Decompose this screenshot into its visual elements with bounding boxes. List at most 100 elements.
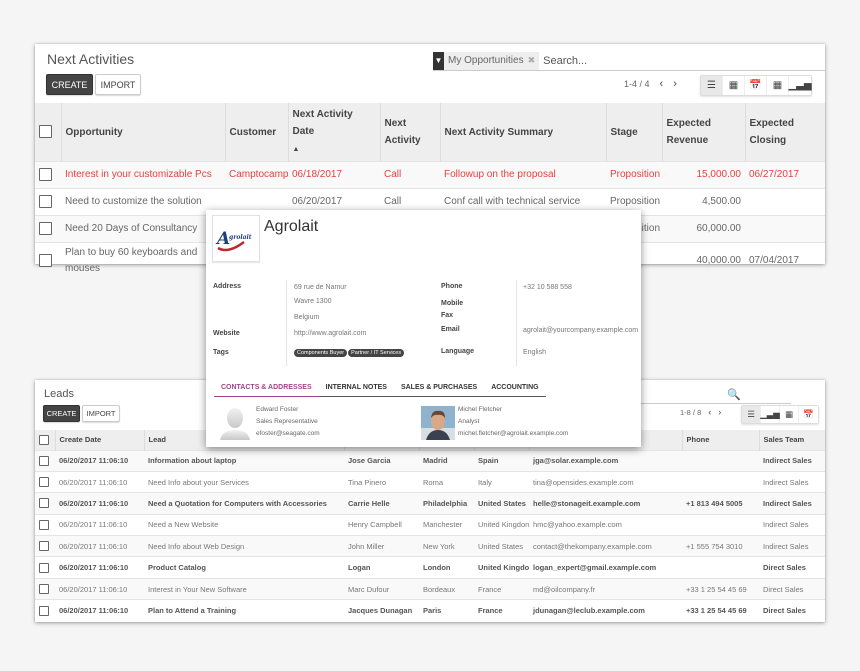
search-input[interactable] <box>539 54 780 67</box>
column-header-stage[interactable]: Stage <box>605 103 662 162</box>
chevron-left-icon[interactable]: ‹ <box>660 78 664 90</box>
row-checkbox[interactable] <box>39 167 52 181</box>
address-label: Address <box>213 283 242 290</box>
calendar-view-button[interactable]: 📅 <box>745 76 767 95</box>
create-button[interactable]: CREATE <box>43 405 80 422</box>
city-cell: Roma <box>419 470 474 493</box>
column-header-opportunity[interactable]: Opportunity <box>60 103 225 162</box>
table-row[interactable]: 06/20/2017 11:06:10 Need Info about Web D… <box>35 535 825 557</box>
row-checkbox[interactable] <box>39 584 49 595</box>
row-checkbox[interactable] <box>39 455 49 466</box>
list-view-button[interactable]: ☰ <box>742 406 761 423</box>
table-row[interactable]: 06/20/2017 11:06:10 Plan to Attend a Trai… <box>35 599 825 622</box>
country-cell: France <box>474 577 529 600</box>
graph-view-button[interactable]: ▁▃▅ <box>760 406 780 423</box>
tag[interactable]: Components Buyer <box>294 349 348 357</box>
row-checkbox[interactable] <box>39 562 49 573</box>
table-row[interactable]: Interest in your customizable Pcs Camptoc… <box>35 161 825 189</box>
customer-cell: Camptocamp <box>225 161 288 189</box>
phone-cell: +33 1 25 54 45 69 <box>682 577 759 600</box>
column-header-summary[interactable]: Next Activity Summary <box>439 103 606 162</box>
lead-cell: Information about laptop <box>144 449 344 472</box>
pivot-view-button[interactable]: ▦ <box>780 406 799 423</box>
pager: 1-8 / 8 ‹ › <box>680 407 721 417</box>
pager-value[interactable]: 1-4 / 4 <box>624 79 650 89</box>
tag[interactable]: Partner / IT Services <box>348 349 405 357</box>
address-city-zip[interactable]: Wavre 1300 <box>294 298 331 305</box>
website-value[interactable]: http://www.agrolait.com <box>294 330 366 337</box>
table-row[interactable]: 06/20/2017 11:06:10 Information about lap… <box>35 449 825 472</box>
country-cell: United Kingdom <box>474 513 529 536</box>
tab-internal-notes[interactable]: INTERNAL NOTES <box>319 381 394 396</box>
close-icon[interactable]: ✖ <box>528 55 536 66</box>
address-country[interactable]: Belgium <box>294 314 319 321</box>
address-street[interactable]: 69 rue de Namur <box>294 284 347 291</box>
column-header-sales-team[interactable]: Sales Team <box>758 430 825 450</box>
stage-cell: Proposition <box>606 161 662 189</box>
row-checkbox[interactable] <box>39 194 52 208</box>
phone-value[interactable]: +32 10 588 558 <box>523 284 572 291</box>
row-checkbox[interactable] <box>39 605 49 616</box>
contact-name-cell: Carrie Helle <box>344 492 419 515</box>
country-cell: United States <box>474 535 529 557</box>
table-row[interactable]: 06/20/2017 11:06:10 Product Catalog Logan L… <box>35 556 825 579</box>
column-header-expected-closing[interactable]: Expected Closing <box>744 103 825 162</box>
contact-email: efoster@seagate.com <box>256 430 320 437</box>
opportunity-cell: Interest in your customizable Pcs <box>61 161 225 189</box>
import-button[interactable]: IMPORT <box>82 405 120 422</box>
page-title: Leads <box>44 388 74 400</box>
row-select-cell <box>35 161 61 189</box>
chevron-right-icon[interactable]: › <box>673 78 677 90</box>
column-header-create-date[interactable]: Create Date <box>54 430 144 450</box>
column-header-next-activity-date[interactable]: Next Activity Date ▲ <box>287 103 380 162</box>
partner-logo: A grolait <box>212 215 260 262</box>
language-value[interactable]: English <box>523 349 546 356</box>
chevron-right-icon[interactable]: › <box>718 407 721 417</box>
create-date-cell: 06/20/2017 11:06:10 <box>55 492 144 515</box>
row-checkbox[interactable] <box>39 254 52 268</box>
lead-cell: Need Info about Web Design <box>144 535 344 557</box>
opportunity-cell: Need to customize the solution <box>61 188 225 216</box>
graph-view-button[interactable]: ▁▃▅ <box>788 76 812 95</box>
table-row[interactable]: 06/20/2017 11:06:10 Need a Quotation for … <box>35 492 825 515</box>
contact-card[interactable]: Michel Fletcher Analyst michel.fletcher@… <box>458 404 568 440</box>
import-button[interactable]: IMPORT <box>95 74 141 95</box>
create-button[interactable]: CREATE <box>46 74 93 95</box>
pivot-view-button[interactable]: ▦ <box>767 76 789 95</box>
row-select-cell <box>35 535 55 557</box>
chevron-left-icon[interactable]: ‹ <box>708 407 711 417</box>
pager-value[interactable]: 1-8 / 8 <box>680 408 701 417</box>
column-header-phone[interactable]: Phone <box>681 430 759 450</box>
search-facet[interactable]: ▼ My Opportunities ✖ <box>433 51 540 70</box>
calendar-view-button[interactable]: 📅 <box>799 406 818 423</box>
select-all-checkbox[interactable] <box>39 434 49 445</box>
lead-cell: Plan to Attend a Training <box>144 599 344 622</box>
list-view-button[interactable]: ☰ <box>701 76 723 95</box>
tab-accounting[interactable]: ACCOUNTING <box>484 381 545 396</box>
expected-revenue-cell: 60,000.00 <box>662 215 745 243</box>
column-header-next-activity[interactable]: Next Activity <box>379 103 440 162</box>
row-checkbox[interactable] <box>39 498 49 509</box>
partner-name: Agrolait <box>264 218 319 235</box>
row-checkbox[interactable] <box>39 519 49 530</box>
tags-field[interactable]: Components Buyer Partner / IT Services <box>294 349 405 357</box>
contact-card[interactable]: Edward Foster Sales Representative efost… <box>256 404 320 440</box>
column-header-customer[interactable]: Customer <box>224 103 288 162</box>
row-checkbox[interactable] <box>39 541 49 552</box>
select-all-checkbox[interactable] <box>39 125 52 139</box>
table-row[interactable]: 06/20/2017 11:06:10 Need Info about your … <box>35 470 825 493</box>
list-icon: ☰ <box>747 409 755 419</box>
tab-sales-purchases[interactable]: SALES & PURCHASES <box>394 381 484 396</box>
row-select-cell <box>35 215 61 243</box>
country-cell: United States <box>474 492 529 515</box>
tab-contacts-addresses[interactable]: CONTACTS & ADDRESSES <box>214 381 319 397</box>
row-checkbox[interactable] <box>39 221 52 235</box>
email-cell: tina@opensides.example.com <box>529 470 682 493</box>
kanban-view-button[interactable]: ▦ <box>723 76 745 95</box>
table-row[interactable]: 06/20/2017 11:06:10 Need a New Website Hen… <box>35 513 825 536</box>
email-value[interactable]: agrolait@yourcompany.example.com <box>523 327 638 334</box>
table-row[interactable]: 06/20/2017 11:06:10 Interest in Your New … <box>35 577 825 600</box>
search-icon[interactable]: 🔍 <box>727 388 741 401</box>
row-checkbox[interactable] <box>39 477 49 488</box>
column-header-expected-revenue[interactable]: Expected Revenue <box>661 103 745 162</box>
